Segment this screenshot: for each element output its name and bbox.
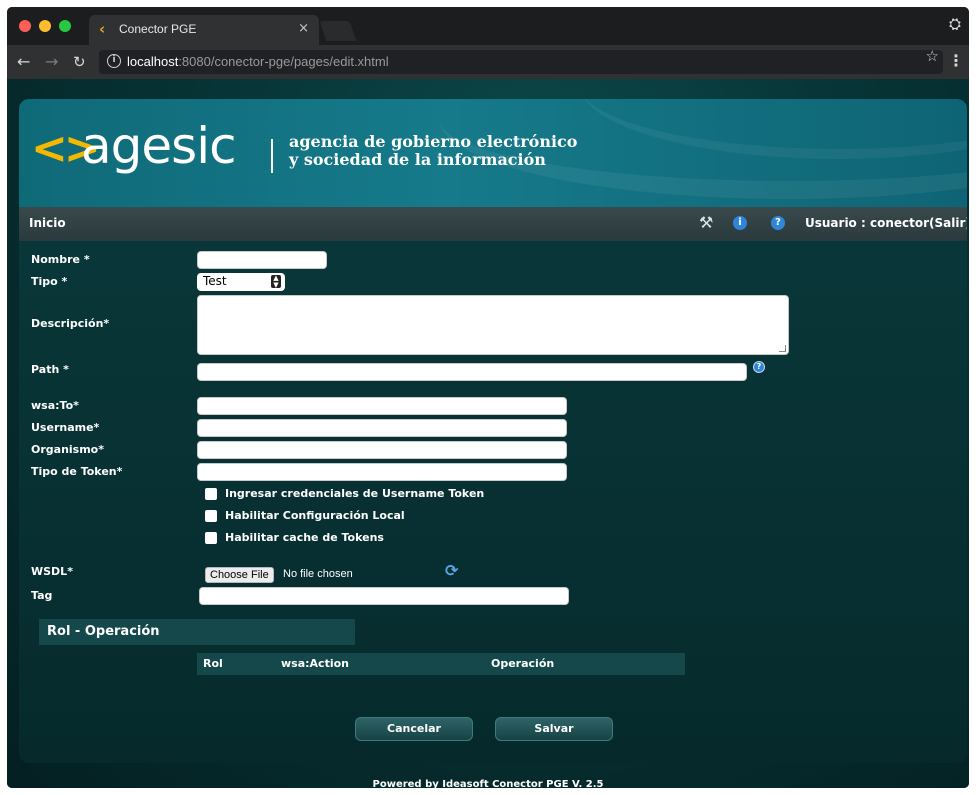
- forward-icon[interactable]: →: [45, 52, 58, 71]
- incognito-icon: ⛭: [948, 15, 961, 33]
- config-local-checkbox[interactable]: [205, 510, 217, 522]
- organismo-label: Organismo*: [31, 443, 104, 456]
- help-icon[interactable]: ?: [771, 216, 785, 230]
- rol-section-title: Rol - Operación: [47, 624, 160, 639]
- bookmark-star-icon[interactable]: ☆: [926, 47, 939, 65]
- path-input[interactable]: [197, 363, 747, 381]
- save-button[interactable]: Salvar: [495, 717, 613, 741]
- wsato-input[interactable]: [197, 397, 567, 415]
- tab-close-icon[interactable]: ×: [298, 21, 309, 36]
- cache-tokens-label: Habilitar cache de Tokens: [225, 531, 384, 544]
- rol-table-header: Rol wsa:Action Operación: [197, 653, 685, 675]
- address-bar: ← → ↻ i localhost:8080/conector-pge/page…: [7, 45, 969, 79]
- browser-menu-icon[interactable]: ⋮: [948, 51, 964, 70]
- app-frame: <> agesic agencia de gobierno electrónic…: [19, 99, 967, 763]
- wsdl-label: WSDL*: [31, 565, 73, 578]
- tipo-label: Tipo *: [31, 275, 68, 288]
- minimize-window-button[interactable]: [39, 20, 51, 32]
- title-bar: ‹ Conector PGE × ⛭: [7, 7, 969, 45]
- refresh-icon[interactable]: ⟳: [445, 561, 458, 580]
- choose-file-button[interactable]: Choose File: [205, 567, 274, 583]
- rol-section-header: Rol - Operación: [39, 619, 355, 645]
- browser-tab[interactable]: ‹ Conector PGE ×: [89, 15, 319, 45]
- file-status-text: No file chosen: [283, 568, 353, 580]
- wsato-label: wsa:To*: [31, 399, 79, 412]
- tipo-selected-value: Test: [203, 274, 227, 288]
- tipo-select[interactable]: Test ▲ ▼: [197, 273, 285, 291]
- header-banner: <> agesic agencia de gobierno electrónic…: [19, 99, 967, 207]
- home-link[interactable]: Inicio: [29, 216, 66, 230]
- site-info-icon[interactable]: i: [107, 54, 121, 68]
- logo-separator: [271, 139, 273, 173]
- select-arrows-icon: ▲ ▼: [271, 275, 281, 288]
- tag-label: Tag: [31, 589, 53, 602]
- descripcion-label: Descripción*: [31, 317, 110, 330]
- menu-bar: Inicio ⚒ i ? Usuario : conector (Salir): [19, 207, 967, 241]
- new-tab-button[interactable]: [319, 21, 357, 41]
- credenciales-label: Ingresar credenciales de Username Token: [225, 487, 485, 500]
- info-icon[interactable]: i: [733, 216, 747, 230]
- favicon-icon: ‹: [99, 20, 106, 38]
- path-label: Path *: [31, 363, 69, 376]
- cache-tokens-checkbox[interactable]: [205, 532, 217, 544]
- tag-input[interactable]: [199, 587, 569, 605]
- current-user: Usuario : conector: [805, 216, 930, 230]
- nombre-label: Nombre *: [31, 253, 90, 266]
- url-input[interactable]: i localhost:8080/conector-pge/pages/edit…: [99, 50, 943, 74]
- reload-icon[interactable]: ↻: [73, 53, 86, 71]
- descripcion-textarea[interactable]: [197, 295, 789, 355]
- logo-wordmark: agesic: [81, 117, 237, 175]
- maximize-window-button[interactable]: [59, 20, 71, 32]
- back-icon[interactable]: ←: [17, 52, 30, 71]
- close-window-button[interactable]: [19, 20, 31, 32]
- col-operacion: Operación: [491, 657, 555, 670]
- tab-title: Conector PGE: [119, 22, 197, 36]
- tools-icon[interactable]: ⚒: [699, 213, 713, 232]
- browser-window: ‹ Conector PGE × ⛭ ← → ↻ i localhost:808…: [7, 7, 969, 788]
- credenciales-checkbox[interactable]: [205, 488, 217, 500]
- organismo-input[interactable]: [197, 441, 567, 459]
- tipo-token-label: Tipo de Token*: [31, 465, 123, 478]
- username-label: Username*: [31, 421, 100, 434]
- logo-tagline: agencia de gobierno electrónico y socied…: [289, 132, 578, 169]
- path-help-icon[interactable]: ?: [753, 361, 765, 373]
- col-wsa-action: wsa:Action: [281, 657, 349, 670]
- config-local-label: Habilitar Configuración Local: [225, 509, 405, 522]
- col-rol: Rol: [203, 657, 223, 670]
- logout-link[interactable]: (Salir): [929, 216, 967, 230]
- page-viewport: <> agesic agencia de gobierno electrónic…: [7, 79, 969, 788]
- footer-credit: Powered by Ideasoft Conector PGE V. 2.5: [372, 779, 604, 788]
- cancel-button[interactable]: Cancelar: [355, 717, 473, 741]
- url-text: localhost:8080/conector-pge/pages/edit.x…: [127, 54, 389, 69]
- resize-grip-icon[interactable]: [779, 345, 786, 352]
- username-input[interactable]: [197, 419, 567, 437]
- nombre-input[interactable]: [197, 251, 327, 269]
- tipo-token-input[interactable]: [197, 463, 567, 481]
